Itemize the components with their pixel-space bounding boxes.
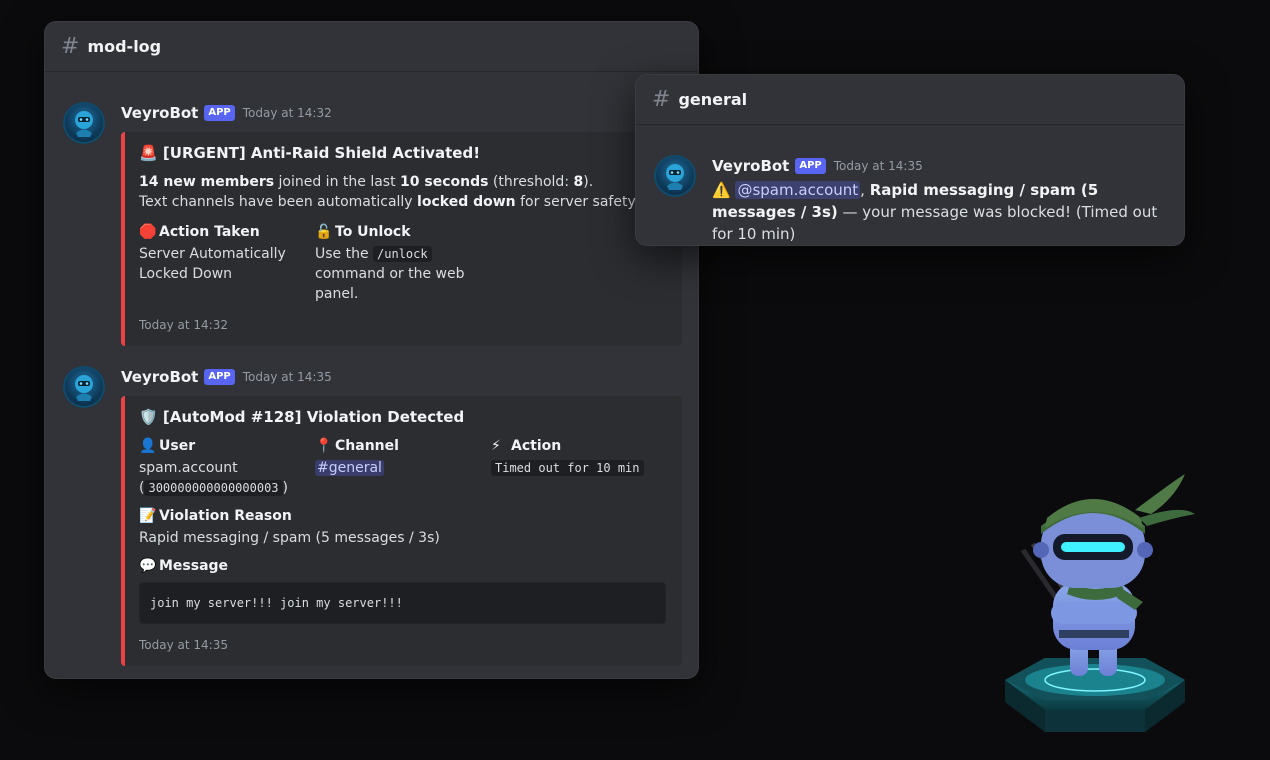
pin-icon: 📍 xyxy=(315,438,333,454)
action-code: Timed out for 10 min xyxy=(491,460,644,476)
embed: 🛡️ [AutoMod #128] Violation Detected 👤 Us… xyxy=(121,396,682,666)
hash-icon: # xyxy=(61,34,80,59)
field-value: Rapid messaging / spam (5 messages / 3s) xyxy=(139,530,440,546)
field-value: Timed out for 10 min xyxy=(491,458,661,478)
field-action: ⚡ Action Timed out for 10 min xyxy=(491,436,661,498)
field-name: Violation Reason xyxy=(159,508,292,524)
embed-title-text: [URGENT] Anti-Raid Shield Activated! xyxy=(162,144,481,162)
field-value: Server Automatically Locked Down xyxy=(139,246,286,282)
field-value: (300000000000000003) xyxy=(139,480,288,496)
user-id[interactable]: 300000000000000003 xyxy=(144,480,283,496)
app-badge: APP xyxy=(204,369,235,385)
field-channel: 📍 Channel #general xyxy=(315,436,491,498)
channel-header: # general xyxy=(636,75,1184,125)
embed-title: 🛡️ [AutoMod #128] Violation Detected xyxy=(139,408,666,426)
field-value: Use the /unlock command or the web panel… xyxy=(315,244,475,304)
desc-bold: 14 new members xyxy=(139,174,275,190)
field-name: Channel xyxy=(335,438,399,454)
memo-icon: 📝 xyxy=(139,508,157,524)
message-timestamp: Today at 14:35 xyxy=(242,370,332,384)
channel-mention[interactable]: #general xyxy=(315,460,384,476)
ninja-robot-mascot-icon xyxy=(1005,474,1195,732)
author-name[interactable]: VeyroBot xyxy=(712,157,789,175)
field-name: To Unlock xyxy=(335,224,411,240)
avatar[interactable] xyxy=(63,102,105,144)
message: VeyroBot APP Today at 14:35 🛡️ [AutoMod … xyxy=(45,366,682,666)
avatar[interactable] xyxy=(654,155,696,197)
embed-fields: 👤 User spam.account (300000000000000003) … xyxy=(139,436,666,498)
message: VeyroBot APP Today at 14:32 🚨 [URGENT] A… xyxy=(45,102,682,346)
field-to-unlock: 🔓 To Unlock Use the /unlock command or th… xyxy=(315,222,485,304)
field-name: Message xyxy=(159,558,229,574)
field-action-taken: 🛑 Action Taken Server Automatically Locke… xyxy=(139,222,315,304)
desc-bold: locked down xyxy=(417,194,516,210)
lightning-icon: ⚡ xyxy=(491,438,501,454)
field-user: 👤 User spam.account (300000000000000003) xyxy=(139,436,315,498)
speech-bubble-icon: 💬 xyxy=(139,558,157,574)
field-text: command or the web panel. xyxy=(315,266,465,302)
stop-icon: 🛑 xyxy=(139,224,157,240)
author-name[interactable]: VeyroBot xyxy=(121,104,198,122)
modlog-window: # mod-log VeyroBot APP Today at 14:32 🚨 … xyxy=(44,21,699,679)
embed: 🚨 [URGENT] Anti-Raid Shield Activated! 1… xyxy=(121,132,682,346)
embed-title: 🚨 [URGENT] Anti-Raid Shield Activated! xyxy=(139,144,666,162)
avatar[interactable] xyxy=(63,366,105,408)
message-codeblock[interactable]: join my server!!! join my server!!! xyxy=(139,582,666,624)
app-badge: APP xyxy=(204,105,235,121)
shield-icon: 🛡️ xyxy=(139,408,158,426)
field-name: User xyxy=(159,438,196,454)
embed-footer: Today at 14:35 xyxy=(139,638,228,652)
channel-name: mod-log xyxy=(87,37,162,56)
user-mention[interactable]: @spam.account xyxy=(735,181,861,199)
unlock-command[interactable]: /unlock xyxy=(373,246,432,262)
channel-header: # mod-log xyxy=(45,22,698,72)
robot-avatar-icon xyxy=(666,164,684,190)
channel-name: general xyxy=(678,90,748,109)
embed-description: 14 new members joined in the last 10 sec… xyxy=(139,172,666,212)
embed-footer: Today at 14:32 xyxy=(139,318,228,332)
desc-text: Text channels have been automatically xyxy=(139,194,418,210)
message-timestamp: Today at 14:35 xyxy=(833,159,923,173)
general-window: # general VeyroBot APP Today at 14:35 ⚠️… xyxy=(635,74,1185,246)
field-name: Action xyxy=(511,438,562,454)
field-violation-reason: 📝 Violation Reason Rapid messaging / spam… xyxy=(139,506,666,548)
warning-icon: ⚠️ xyxy=(712,181,731,199)
author-name[interactable]: VeyroBot xyxy=(121,368,198,386)
app-badge: APP xyxy=(795,158,826,174)
siren-icon: 🚨 xyxy=(139,144,158,162)
desc-text: ). xyxy=(583,174,594,190)
message: VeyroBot APP Today at 14:35 ⚠️ @spam.acc… xyxy=(636,155,1168,245)
desc-text: for server safety! xyxy=(515,194,642,210)
embed-title-text: [AutoMod #128] Violation Detected xyxy=(162,408,465,426)
message-timestamp: Today at 14:32 xyxy=(242,106,332,120)
field-value: spam.account xyxy=(139,460,238,476)
user-icon: 👤 xyxy=(139,438,157,454)
field-name: Action Taken xyxy=(159,224,260,240)
message-content: ⚠️ @spam.account, Rapid messaging / spam… xyxy=(712,181,1158,243)
field-value: #general xyxy=(315,458,491,478)
desc-bold: 10 seconds xyxy=(400,174,489,190)
desc-text: joined in the last xyxy=(274,174,401,190)
unlock-icon: 🔓 xyxy=(315,224,333,240)
embed-fields: 🛑 Action Taken Server Automatically Locke… xyxy=(139,222,666,304)
robot-avatar-icon xyxy=(75,111,93,137)
robot-avatar-icon xyxy=(75,375,93,401)
field-message: 💬 Message join my server!!! join my serve… xyxy=(139,556,666,624)
desc-text: (threshold: xyxy=(488,174,574,190)
field-text: Use the xyxy=(315,246,374,262)
hash-icon: # xyxy=(652,87,671,112)
desc-bold: 8 xyxy=(573,174,584,190)
